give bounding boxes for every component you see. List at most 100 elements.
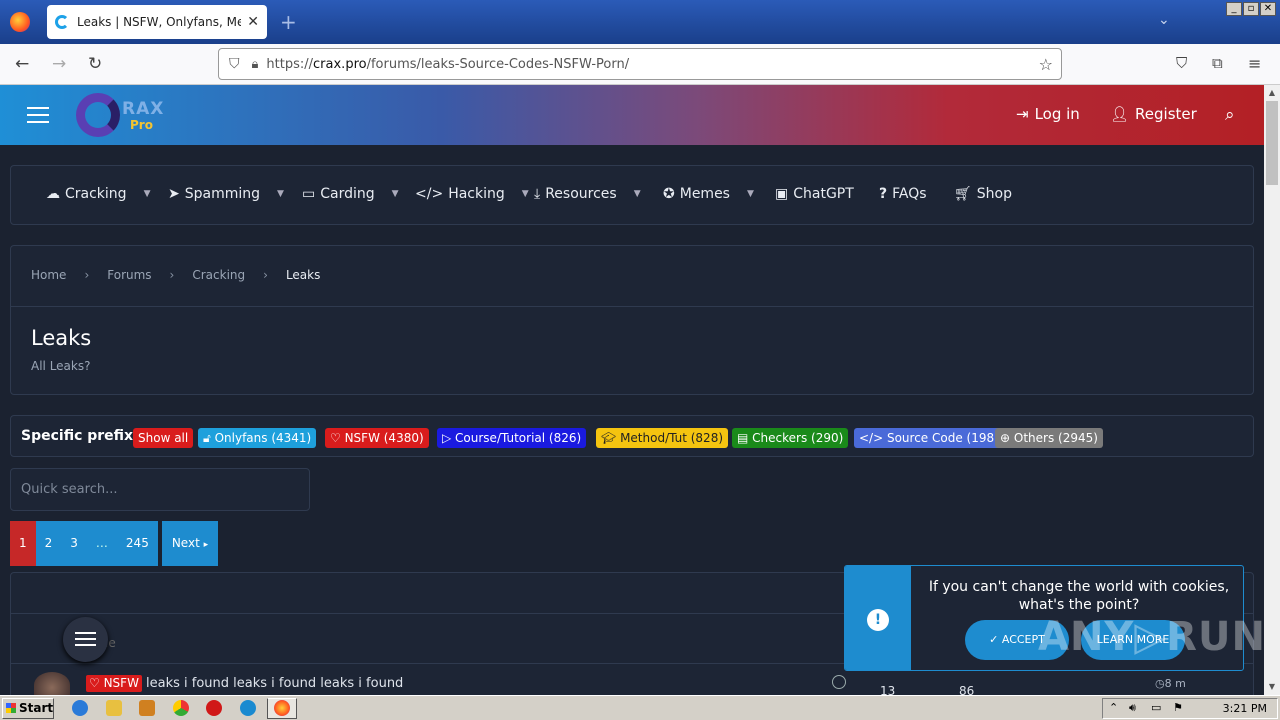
- browser-tab[interactable]: Leaks | NSFW, Onlyfans, Methods ✕: [47, 5, 267, 39]
- unlock-icon: 🔓︎: [203, 431, 215, 445]
- thread-last-post-time[interactable]: ◷8 m: [1155, 677, 1186, 690]
- chevron-down-icon[interactable]: ▼: [277, 189, 284, 199]
- pagination: 1 2 3 … 245 Next ▸: [10, 521, 219, 566]
- nav-label: Spamming: [184, 186, 261, 202]
- network-icon[interactable]: ▭: [1151, 701, 1161, 714]
- search-icon[interactable]: ⌕: [1225, 105, 1235, 125]
- scrollbar-thumb[interactable]: [1266, 101, 1278, 185]
- app-menu-icon[interactable]: ≡: [1248, 54, 1261, 73]
- chevron-right-icon: ›: [169, 268, 175, 282]
- code-icon: </>: [415, 186, 444, 202]
- prefix-others[interactable]: ⊕ Others (2945): [995, 428, 1103, 448]
- firefox-icon[interactable]: [10, 12, 30, 32]
- maximize-icon[interactable]: ▫: [1243, 2, 1259, 16]
- clock[interactable]: 3:21 PM: [1223, 702, 1267, 715]
- register-link[interactable]: 👤︎ Register: [1110, 105, 1197, 123]
- internet-explorer-icon[interactable]: [72, 700, 88, 716]
- prefix-checkers[interactable]: ▤ Checkers (290): [732, 428, 849, 448]
- media-player-icon[interactable]: [139, 700, 155, 716]
- chrome-icon[interactable]: [173, 700, 189, 716]
- start-button[interactable]: Start: [2, 698, 54, 719]
- reload-icon[interactable]: ↻: [88, 54, 102, 74]
- page-1-button[interactable]: 1: [10, 521, 36, 566]
- cloud-download-icon: ☁: [46, 186, 60, 202]
- page-2-button[interactable]: 2: [35, 521, 62, 566]
- close-tab-icon[interactable]: ✕: [247, 14, 259, 30]
- minimize-icon[interactable]: _: [1226, 2, 1242, 16]
- chevron-down-icon[interactable]: ▼: [747, 189, 754, 199]
- forward-icon[interactable]: →: [52, 54, 66, 74]
- nav-item-spamming[interactable]: ➤ Spamming ▼: [168, 186, 284, 202]
- extensions-icon[interactable]: ⧉: [1212, 54, 1223, 72]
- nav-label: Shop: [976, 186, 1012, 202]
- flag-icon[interactable]: ⚑: [1173, 701, 1183, 714]
- login-label: Log in: [1034, 105, 1080, 123]
- breadcrumb-leaks[interactable]: Leaks: [286, 268, 320, 282]
- chevron-down-icon[interactable]: ▼: [144, 189, 151, 199]
- menu-line: [75, 632, 96, 634]
- chart-file-icon: ▤: [737, 431, 753, 445]
- question-icon: ?: [879, 186, 888, 202]
- tab-title: Leaks | NSFW, Onlyfans, Methods: [77, 15, 242, 29]
- breadcrumb-home[interactable]: Home: [31, 268, 66, 282]
- page-ellipsis[interactable]: …: [86, 521, 117, 566]
- prefix-source-code[interactable]: </> Source Code (198): [854, 428, 1004, 448]
- page-last-button[interactable]: 245: [116, 521, 158, 566]
- page-3-button[interactable]: 3: [61, 521, 87, 566]
- opera-icon[interactable]: [206, 700, 222, 716]
- bookmark-star-icon[interactable]: ☆: [1039, 55, 1053, 74]
- chevron-right-icon: ›: [263, 268, 268, 282]
- chevron-down-icon[interactable]: ▼: [392, 189, 399, 199]
- quick-search-input[interactable]: Quick search...: [10, 468, 310, 511]
- next-page-button[interactable]: Next ▸: [161, 521, 219, 566]
- firefox-taskbar-button[interactable]: [267, 698, 297, 719]
- prefix-show-all[interactable]: Show all: [133, 428, 194, 448]
- thread-title-link[interactable]: leaks i found leaks i found leaks i foun…: [146, 676, 403, 691]
- breadcrumb-cracking[interactable]: Cracking: [192, 268, 245, 282]
- breadcrumb-forums[interactable]: Forums: [107, 268, 151, 282]
- new-tab-icon[interactable]: +: [280, 10, 297, 34]
- site-logo[interactable]: RAX Pro: [76, 93, 186, 137]
- badge-text: NSFW: [103, 676, 139, 690]
- scroll-up-icon[interactable]: ▲: [1264, 85, 1280, 101]
- nav-item-carding[interactable]: ▭ Carding ▼: [302, 186, 399, 202]
- thread-prefix-badge[interactable]: ♡ NSFW: [86, 675, 142, 692]
- edge-icon[interactable]: [240, 700, 256, 716]
- chevron-down-icon[interactable]: ▼: [634, 189, 641, 199]
- nav-item-memes[interactable]: ✪ Memes ▼: [663, 186, 754, 202]
- tray-expand-icon[interactable]: ⌃: [1109, 701, 1118, 714]
- chevron-down-icon[interactable]: ▼: [522, 189, 529, 199]
- menu-line: [75, 644, 96, 646]
- prefix-method-tut[interactable]: 🎓︎ Method/Tut (828): [596, 428, 729, 448]
- nav-item-resources[interactable]: ⤓ Resources ▼: [534, 186, 641, 202]
- prefix-text: Others (2945): [1013, 431, 1098, 445]
- prefix-course-tutorial[interactable]: ▷ Course/Tutorial (826): [437, 428, 587, 448]
- hamburger-menu-icon[interactable]: [27, 107, 49, 123]
- floating-menu-button[interactable]: [63, 617, 108, 662]
- prefix-nsfw[interactable]: ♡ NSFW (4380): [325, 428, 429, 448]
- url-text: https://crax.pro/forums/leaks-Source-Cod…: [266, 56, 630, 72]
- url-bar[interactable]: ⛉ 🔒︎ https://crax.pro/forums/leaks-Sourc…: [218, 48, 1062, 80]
- volume-icon[interactable]: 🔊︎: [1129, 701, 1136, 715]
- nav-item-chatgpt[interactable]: ▣ ChatGPT: [775, 186, 854, 202]
- login-link[interactable]: ⇥ Log in: [1016, 105, 1080, 123]
- cart-icon: 🛒︎: [954, 186, 972, 202]
- close-window-icon[interactable]: ✕: [1260, 2, 1276, 16]
- cookie-notice-sidebar: !: [845, 566, 911, 670]
- nav-item-cracking[interactable]: ☁ Cracking ▼: [46, 186, 151, 202]
- nav-item-shop[interactable]: 🛒︎ Shop: [954, 186, 1012, 202]
- file-explorer-icon[interactable]: [106, 700, 122, 716]
- back-icon[interactable]: ←: [15, 54, 29, 74]
- shield-icon[interactable]: ⛉: [229, 56, 240, 72]
- pocket-icon[interactable]: ⛉: [1176, 54, 1187, 72]
- nav-label: Carding: [320, 186, 375, 202]
- page-scrollbar[interactable]: ▲ ▼: [1264, 85, 1280, 695]
- nav-item-faqs[interactable]: ? FAQs: [879, 186, 927, 202]
- prefix-onlyfans[interactable]: 🔓︎ Onlyfans (4341): [198, 428, 317, 448]
- scroll-down-icon[interactable]: ▼: [1264, 679, 1280, 695]
- nav-item-hacking[interactable]: </> Hacking ▼: [415, 186, 529, 202]
- lock-icon[interactable]: 🔒︎: [252, 57, 259, 72]
- prefix-text: Checkers (290): [752, 431, 844, 445]
- list-tabs-chevron-icon[interactable]: ⌄: [1158, 12, 1170, 28]
- thread-status-icon: [832, 675, 846, 689]
